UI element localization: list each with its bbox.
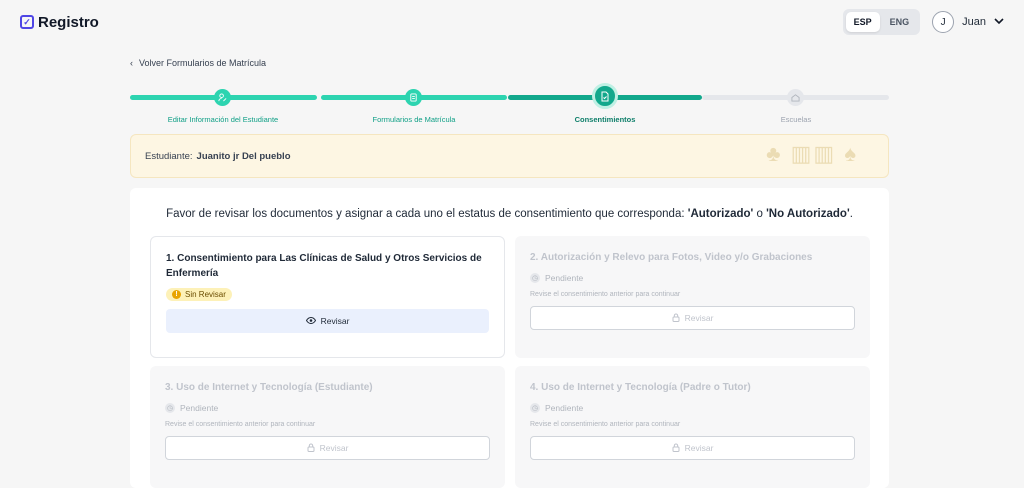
user-menu[interactable]: J Juan: [932, 11, 1004, 33]
consent-card-4: 4. Uso de Internet y Tecnología (Padre o…: [515, 366, 870, 488]
app-name: Registro: [38, 13, 99, 31]
consents-panel: Favor de revisar los documentos y asigna…: [130, 188, 889, 488]
student-label: Estudiante:: [145, 150, 193, 162]
user-edit-icon[interactable]: [214, 89, 231, 106]
status-badge: ! Sin Revisar: [166, 288, 232, 301]
clock-icon: ◷: [165, 403, 175, 413]
form-icon[interactable]: [405, 89, 422, 106]
student-name: Juanito jr Del pueblo: [196, 150, 291, 162]
review-button-disabled: Revisar: [530, 306, 855, 330]
lang-esp-button[interactable]: ESP: [845, 12, 880, 32]
status-badge: ◷ Pendiente: [530, 273, 583, 283]
app-logo[interactable]: ✓ Registro: [20, 14, 99, 31]
clock-icon: ◷: [530, 273, 540, 283]
step-label-4: Escuelas: [780, 115, 812, 124]
chevron-left-icon: ‹: [130, 58, 133, 68]
document-check-icon[interactable]: [592, 83, 618, 109]
review-button-label: Revisar: [684, 443, 714, 453]
warning-icon: !: [172, 290, 181, 299]
consent-title: 2. Autorización y Relevo para Fotos, Vid…: [530, 252, 813, 263]
top-bar: ✓ Registro ESP ENG J Juan: [0, 0, 1024, 44]
instructions: Favor de revisar los documentos y asigna…: [130, 208, 889, 220]
status-text: Pendiente: [545, 403, 584, 413]
chevron-down-icon: [994, 17, 1004, 28]
instructions-period: .: [849, 208, 853, 220]
lock-icon: [307, 443, 315, 454]
not-authorized-label: 'No Autorizado': [766, 208, 850, 220]
review-button-label: Revisar: [684, 313, 714, 323]
eye-icon: [305, 316, 316, 326]
progress-stepper: Editar Información del Estudiante Formul…: [130, 82, 889, 128]
consent-hint: Revise el consentimiento anterior para c…: [165, 421, 316, 428]
status-text: Sin Revisar: [185, 290, 226, 299]
consent-title: 4. Uso de Internet y Tecnología (Padre o…: [530, 382, 751, 393]
review-button-label: Revisar: [319, 443, 349, 453]
step-label-1[interactable]: Editar Información del Estudiante: [153, 115, 293, 124]
consent-card-1: 1. Consentimiento para Las Clínicas de S…: [150, 236, 505, 358]
lock-icon: [672, 443, 680, 454]
review-button-label: Revisar: [320, 316, 350, 326]
consent-title: 1. Consentimiento para Las Clínicas de S…: [166, 253, 482, 279]
instructions-text: Favor de revisar los documentos y asigna…: [166, 208, 688, 220]
avatar: J: [932, 11, 955, 33]
consent-card-3: 3. Uso de Internet y Tecnología (Estudia…: [150, 366, 505, 488]
user-name: Juan: [962, 16, 986, 28]
authorized-label: 'Autorizado': [687, 208, 754, 220]
back-link-label: Volver Formularios de Matrícula: [139, 58, 267, 68]
school-icon: [787, 89, 804, 106]
school-illustration-icon: ♣ ▥▥ ♠: [766, 141, 858, 166]
lock-icon: [672, 313, 680, 324]
clock-icon: ◷: [530, 403, 540, 413]
instructions-or: o: [753, 208, 767, 220]
consent-title: 3. Uso de Internet y Tecnología (Estudia…: [165, 382, 373, 393]
step-label-3[interactable]: Consentimientos: [535, 115, 675, 124]
review-button[interactable]: Revisar: [166, 309, 489, 333]
back-link[interactable]: ‹ Volver Formularios de Matrícula: [130, 58, 889, 68]
language-toggle: ESP ENG: [842, 9, 921, 35]
review-button-disabled: Revisar: [530, 436, 855, 460]
lang-eng-button[interactable]: ENG: [882, 12, 918, 32]
status-badge: ◷ Pendiente: [165, 403, 218, 413]
step-label-2[interactable]: Formularios de Matrícula: [344, 115, 484, 124]
student-banner: Estudiante: Juanito jr Del pueblo ♣ ▥▥ ♠: [130, 134, 889, 178]
status-text: Pendiente: [545, 273, 584, 283]
consent-hint: Revise el consentimiento anterior para c…: [530, 421, 681, 428]
consent-card-2: 2. Autorización y Relevo para Fotos, Vid…: [515, 236, 870, 358]
status-badge: ◷ Pendiente: [530, 403, 583, 413]
consent-hint: Revise el consentimiento anterior para c…: [530, 291, 681, 298]
review-button-disabled: Revisar: [165, 436, 490, 460]
status-text: Pendiente: [180, 403, 219, 413]
checkbox-logo-icon: ✓: [20, 15, 34, 29]
